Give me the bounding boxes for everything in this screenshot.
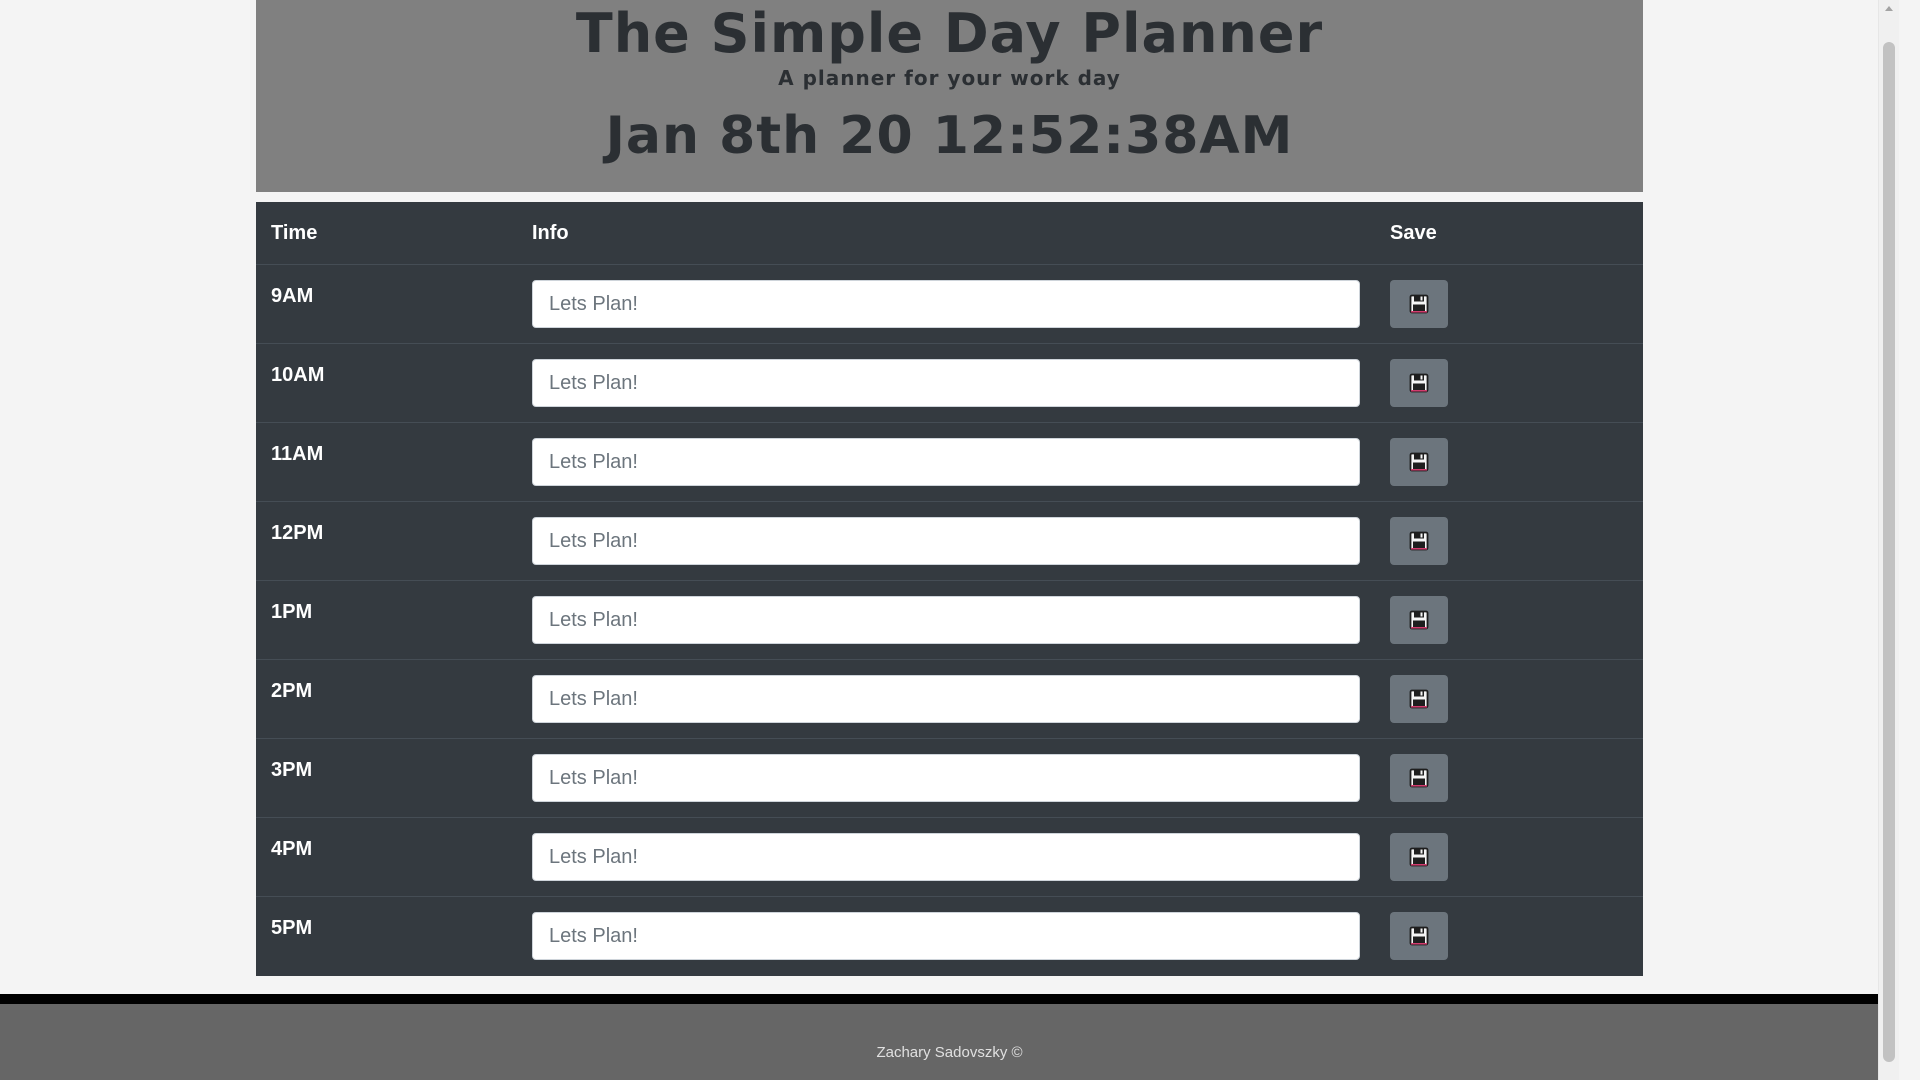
floppy-disk-icon (1409, 294, 1429, 314)
current-datetime: Jan 8th 20 12:52:38AM (605, 106, 1294, 166)
plan-input[interactable] (532, 754, 1360, 802)
plan-input[interactable] (532, 280, 1360, 328)
main-container: The Simple Day Planner A planner for you… (256, 0, 1643, 976)
footer-credit: Zachary Sadovszky © (876, 1044, 1023, 1061)
page: The Simple Day Planner A planner for you… (0, 0, 1899, 1080)
scroll-up-arrow-icon[interactable] (1885, 6, 1893, 11)
floppy-disk-icon (1409, 768, 1429, 788)
floppy-disk-icon (1409, 531, 1429, 551)
plan-input[interactable] (532, 359, 1360, 407)
table-header: Time Info Save (256, 202, 1643, 265)
plan-input[interactable] (532, 438, 1360, 486)
table-row: 10AM (256, 344, 1643, 423)
save-button[interactable] (1390, 675, 1448, 723)
page-subtitle: A planner for your work day (778, 66, 1121, 90)
save-button[interactable] (1390, 912, 1448, 960)
floppy-disk-icon (1409, 452, 1429, 472)
table-row: 4PM (256, 818, 1643, 897)
hour-label: 5PM (271, 917, 313, 939)
floppy-disk-icon (1409, 847, 1429, 867)
floppy-disk-icon (1409, 689, 1429, 709)
hour-label: 11AM (271, 443, 324, 465)
table-row: 3PM (256, 739, 1643, 818)
save-button[interactable] (1390, 754, 1448, 802)
table-row: 11AM (256, 423, 1643, 502)
save-button[interactable] (1390, 596, 1448, 644)
plan-input[interactable] (532, 833, 1360, 881)
table-row: 9AM (256, 265, 1643, 344)
hour-label: 3PM (271, 759, 313, 781)
plan-input[interactable] (532, 596, 1360, 644)
hour-label: 2PM (271, 680, 313, 702)
table-row: 5PM (256, 897, 1643, 976)
hour-label: 1PM (271, 601, 313, 623)
save-button[interactable] (1390, 438, 1448, 486)
save-button[interactable] (1390, 280, 1448, 328)
footer-divider (0, 994, 1899, 1004)
hour-label: 9AM (271, 285, 314, 307)
footer: Zachary Sadovszky © (0, 1004, 1899, 1080)
plan-input[interactable] (532, 675, 1360, 723)
page-title: The Simple Day Planner (575, 2, 1324, 65)
scrollbar-thumb[interactable] (1883, 42, 1895, 1062)
save-button[interactable] (1390, 359, 1448, 407)
floppy-disk-icon (1409, 373, 1429, 393)
hour-label: 12PM (271, 522, 324, 544)
header-jumbotron: The Simple Day Planner A planner for you… (256, 0, 1643, 192)
hour-label: 10AM (271, 364, 325, 386)
table-row: 12PM (256, 502, 1643, 581)
table-body: 9AM 10AM 11AM 12PM 1PM 2PM 3PM 4PM 5PM (256, 265, 1643, 976)
floppy-disk-icon (1409, 610, 1429, 630)
column-header-info: Info (532, 222, 569, 244)
vertical-scrollbar[interactable] (1878, 0, 1899, 1080)
plan-input[interactable] (532, 912, 1360, 960)
floppy-disk-icon (1409, 926, 1429, 946)
plan-input[interactable] (532, 517, 1360, 565)
table-row: 2PM (256, 660, 1643, 739)
column-header-save: Save (1390, 222, 1437, 244)
table-row: 1PM (256, 581, 1643, 660)
column-header-time: Time (271, 222, 318, 244)
save-button[interactable] (1390, 833, 1448, 881)
save-button[interactable] (1390, 517, 1448, 565)
hour-label: 4PM (271, 838, 313, 860)
planner-table: Time Info Save 9AM 10AM 11AM 12PM 1PM 2PM 3PM 4… (256, 202, 1643, 976)
